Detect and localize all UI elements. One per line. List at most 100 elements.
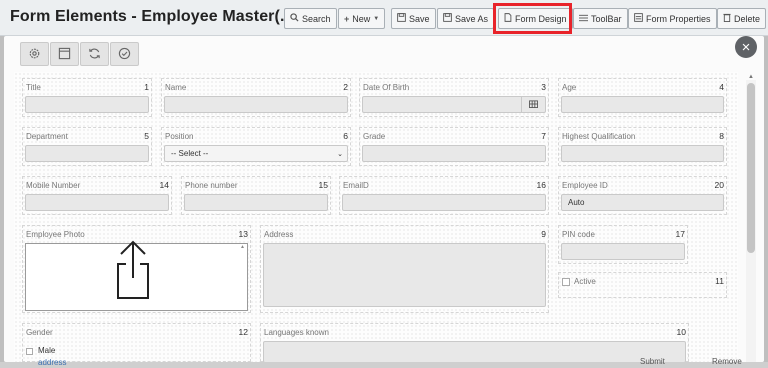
field-grade[interactable]: Grade 7 <box>359 127 549 166</box>
field-label: PIN code <box>562 230 595 239</box>
field-order: 14 <box>159 180 169 190</box>
chevron-down-icon: ⌄ <box>337 150 343 158</box>
form-icon <box>634 13 643 24</box>
save-button-label: Save <box>409 13 430 24</box>
field-employee-photo[interactable]: Employee Photo 13 ▲ <box>22 225 251 313</box>
languages-input[interactable] <box>263 341 686 363</box>
field-label: Age <box>562 83 577 92</box>
field-email[interactable]: EmailD 16 <box>339 176 549 215</box>
gear-icon <box>28 47 41 62</box>
field-label: Employee ID <box>562 181 608 190</box>
department-input[interactable] <box>25 145 149 162</box>
photo-upload-area[interactable]: ▲ <box>25 240 248 311</box>
field-order: 7 <box>541 131 546 141</box>
toolbar-button[interactable]: ToolBar <box>573 8 628 29</box>
search-button-label: Search <box>302 13 331 24</box>
employee-id-input[interactable]: Auto <box>561 194 724 211</box>
refresh-icon <box>88 47 101 62</box>
mobile-number-input[interactable] <box>25 194 169 211</box>
field-label: Department <box>26 132 68 141</box>
field-order: 12 <box>238 327 248 337</box>
field-label: Highest Qualification <box>562 132 636 141</box>
delete-button[interactable]: Delete <box>717 8 767 29</box>
qualification-input[interactable] <box>561 145 724 162</box>
phone-number-input[interactable] <box>184 194 328 211</box>
field-label: Title <box>26 83 41 92</box>
gender-option-label: Male <box>38 346 56 355</box>
address-textarea[interactable] <box>263 243 546 307</box>
field-age[interactable]: Age 4 <box>558 78 727 117</box>
field-order: 8 <box>719 131 724 141</box>
field-department[interactable]: Department 5 <box>22 127 152 166</box>
layout-icon <box>58 47 71 62</box>
grade-input[interactable] <box>362 145 546 162</box>
field-pin-code[interactable]: PIN code 17 <box>558 225 688 264</box>
field-phone-number[interactable]: Phone number 15 <box>181 176 331 215</box>
date-of-birth-input[interactable] <box>362 96 546 113</box>
calendar-icon <box>529 99 538 110</box>
page-title: Form Elements - Employee Master(... <box>10 8 294 25</box>
scroll-up-arrow-icon[interactable]: ▲ <box>748 74 754 80</box>
validate-tool-button[interactable] <box>110 42 139 66</box>
field-label: Position <box>165 132 194 141</box>
field-order: 2 <box>343 82 348 92</box>
field-gender[interactable]: Gender 12 Male <box>22 323 251 362</box>
refresh-tool-button[interactable] <box>80 42 109 66</box>
position-select-value: -- Select -- <box>171 149 209 158</box>
field-mobile-number[interactable]: Mobile Number 14 <box>22 176 172 215</box>
age-input[interactable] <box>561 96 724 113</box>
new-button-label: New <box>352 13 371 24</box>
layout-tool-button[interactable] <box>50 42 79 66</box>
field-order: 17 <box>675 229 685 239</box>
save-as-icon <box>443 13 452 24</box>
field-order: 6 <box>343 131 348 141</box>
email-input[interactable] <box>342 194 546 211</box>
search-icon <box>290 13 299 24</box>
form-properties-button-label: Form Properties <box>646 13 711 24</box>
field-active[interactable]: Active 11 <box>558 272 727 298</box>
new-button[interactable]: + New ▼ <box>338 8 386 29</box>
save-icon <box>397 13 406 24</box>
field-name[interactable]: Name 2 <box>161 78 351 117</box>
save-button[interactable]: Save <box>391 8 436 29</box>
field-order: 20 <box>714 180 724 190</box>
field-label: Phone number <box>185 181 238 190</box>
field-label: Employee Photo <box>26 230 85 239</box>
field-label: Name <box>165 83 187 92</box>
field-order: 3 <box>541 82 546 92</box>
scrollbar-thumb[interactable] <box>747 83 755 253</box>
header-bar: Form Elements - Employee Master(... Sear… <box>0 0 768 36</box>
field-label: Gender <box>26 328 53 337</box>
field-languages-known[interactable]: Languages known 10 <box>260 323 689 363</box>
position-select[interactable]: -- Select -- ⌄ <box>164 145 348 162</box>
name-input[interactable] <box>164 96 348 113</box>
field-highest-qualification[interactable]: Highest Qualification 8 <box>558 127 727 166</box>
field-title[interactable]: Title 1 <box>22 78 152 117</box>
settings-tool-button[interactable] <box>20 42 49 66</box>
search-button[interactable]: Search <box>284 8 337 29</box>
save-as-button[interactable]: Save As <box>437 8 495 29</box>
male-checkbox[interactable] <box>26 348 33 355</box>
field-label: EmailD <box>343 181 369 190</box>
field-date-of-birth[interactable]: Date Of Birth 3 <box>359 78 549 117</box>
field-employee-id[interactable]: Employee ID 20 Auto <box>558 176 727 215</box>
field-order: 15 <box>318 180 328 190</box>
scroll-up-icon: ▲ <box>240 244 245 250</box>
upload-icon <box>116 240 150 304</box>
close-button[interactable]: × <box>735 36 757 58</box>
field-order: 13 <box>238 229 248 239</box>
delete-button-label: Delete <box>734 13 761 24</box>
save-as-button-label: Save As <box>455 13 489 24</box>
pin-code-input[interactable] <box>561 243 685 260</box>
active-checkbox[interactable] <box>562 278 570 286</box>
field-label: Languages known <box>264 328 329 337</box>
field-position[interactable]: Position 6 -- Select -- ⌄ <box>161 127 351 166</box>
title-input[interactable] <box>25 96 149 113</box>
toolbar-button-label: ToolBar <box>591 13 622 24</box>
field-label: Address <box>264 230 294 239</box>
field-address[interactable]: Address 9 <box>260 225 549 313</box>
calendar-button[interactable] <box>521 97 545 112</box>
field-label: Grade <box>363 132 386 141</box>
background-link: address <box>38 358 67 367</box>
form-properties-button[interactable]: Form Properties <box>628 8 717 29</box>
